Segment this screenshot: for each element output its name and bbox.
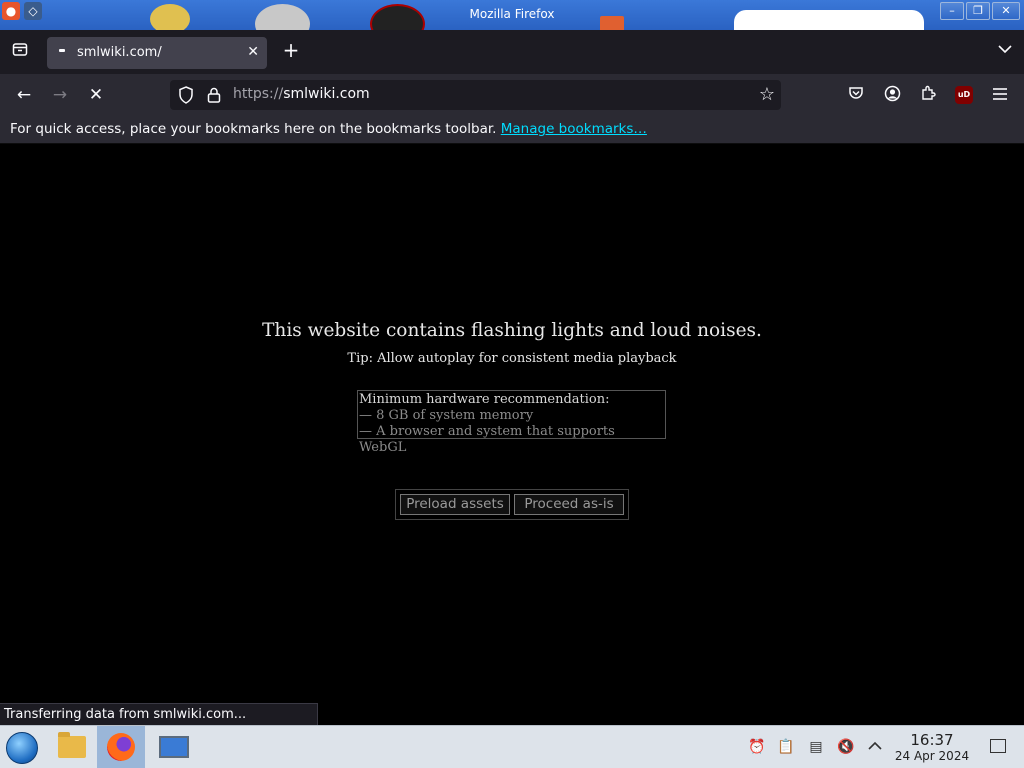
tab-label: smlwiki.com/ (77, 45, 162, 60)
proceed-as-is-button[interactable]: Proceed as-is (514, 494, 624, 515)
bookmarks-hint: For quick access, place your bookmarks h… (10, 121, 497, 137)
back-button[interactable]: ← (12, 83, 36, 107)
hardware-title: Minimum hardware recommendation: (359, 392, 610, 407)
tab-strip: smlwiki.com/ ✕ + (0, 30, 1024, 74)
new-tab-button[interactable]: + (280, 39, 302, 61)
clock[interactable]: 16:37 24 Apr 2024 (890, 731, 974, 764)
page-content: This website contains flashing lights an… (0, 145, 1024, 725)
minimize-button[interactable]: – (940, 2, 964, 20)
bookmarks-toolbar: For quick access, place your bookmarks h… (0, 116, 1024, 144)
bookmark-star-icon[interactable]: ☆ (759, 84, 775, 105)
taskbar-file-manager[interactable] (48, 726, 96, 768)
navigation-toolbar: ← → ✕ https://smlwiki.com ☆ uD (0, 74, 1024, 116)
volume-muted-icon[interactable]: 🔇 (837, 738, 855, 756)
tab-close-icon[interactable]: ✕ (247, 44, 259, 60)
stop-loading-button[interactable]: ✕ (84, 83, 108, 107)
url-text[interactable]: https://smlwiki.com (233, 86, 370, 102)
window-title: Mozilla Firefox (469, 7, 555, 21)
clock-time: 16:37 (910, 731, 954, 749)
status-panel: Transferring data from smlwiki.com... (0, 703, 318, 725)
manage-bookmarks-link[interactable]: Manage bookmarks… (501, 121, 647, 137)
firefox-icon (107, 733, 135, 761)
notifications-icon[interactable]: ⏰ (748, 738, 766, 756)
ublock-icon[interactable]: uD (955, 86, 973, 104)
maximize-button[interactable]: ❐ (966, 2, 990, 20)
start-options: Preload assets Proceed as-is (395, 489, 629, 520)
tab-smlwiki[interactable]: smlwiki.com/ ✕ (47, 37, 267, 69)
firefox-view-icon[interactable] (8, 40, 32, 64)
window-titlebar[interactable]: ● ◇ Mozilla Firefox – ❐ ✕ (0, 0, 1024, 30)
storage-icon[interactable]: ▤ (807, 738, 825, 756)
close-window-button[interactable]: ✕ (992, 2, 1020, 20)
flashing-lights-warning: This website contains flashing lights an… (262, 320, 762, 341)
chevron-up-icon[interactable] (866, 738, 884, 756)
folder-icon (58, 732, 86, 758)
list-all-tabs-button[interactable] (998, 42, 1012, 58)
start-menu-button[interactable] (6, 732, 38, 764)
hardware-requirement-webgl: — A browser and system that supports Web… (359, 424, 615, 455)
taskbar: ⏰ 📋 ▤ 🔇 16:37 24 Apr 2024 (0, 725, 1024, 768)
tab-loading-icon (59, 49, 65, 52)
account-icon[interactable] (882, 85, 902, 105)
autoplay-tip: Tip: Allow autoplay for consistent media… (347, 351, 677, 366)
forward-button[interactable]: → (48, 83, 72, 107)
hardware-recommendation-box: Minimum hardware recommendation: — 8 GB … (357, 390, 666, 455)
tracking-protection-icon[interactable] (178, 86, 194, 104)
clock-date: 24 Apr 2024 (894, 749, 970, 763)
pocket-icon[interactable] (846, 85, 866, 105)
hardware-requirement-memory: — 8 GB of system memory (359, 408, 534, 423)
taskbar-system-settings[interactable] (148, 726, 196, 768)
taskbar-firefox[interactable] (97, 726, 145, 768)
lock-icon[interactable] (206, 86, 222, 104)
url-bar[interactable]: https://smlwiki.com ☆ (170, 80, 781, 110)
extensions-icon[interactable] (918, 85, 938, 105)
monitor-icon (159, 736, 189, 758)
clipboard-icon[interactable]: 📋 (777, 738, 795, 756)
window-controls: – ❐ ✕ (940, 2, 1020, 20)
show-desktop-button[interactable] (990, 739, 1006, 753)
menu-icon[interactable] (990, 85, 1010, 105)
preload-assets-button[interactable]: Preload assets (400, 494, 510, 515)
